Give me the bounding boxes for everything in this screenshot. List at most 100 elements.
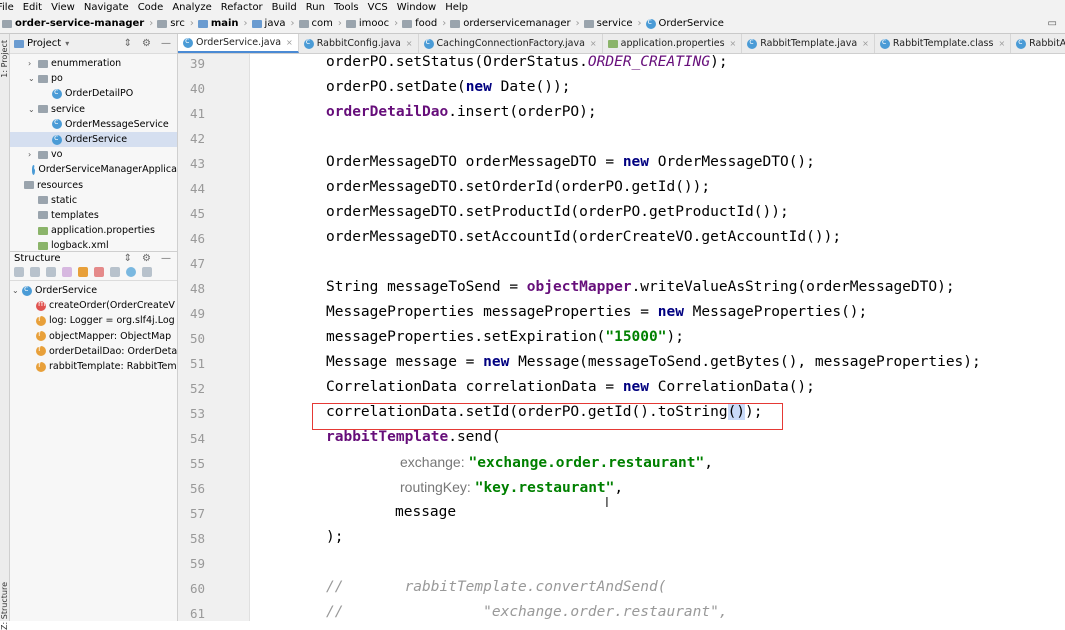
menu-item[interactable]: Help bbox=[445, 2, 468, 13]
structure-member[interactable]: rabbitTemplate: RabbitTem bbox=[10, 359, 177, 374]
code-line[interactable]: MessageProperties messageProperties = ne… bbox=[326, 304, 867, 320]
show-non-public-icon[interactable] bbox=[94, 267, 104, 277]
chevron-down-icon[interactable]: ⌄ bbox=[28, 105, 38, 114]
gear-icon[interactable]: ⚙ bbox=[142, 253, 151, 264]
breadcrumb-item[interactable]: main › bbox=[197, 18, 248, 29]
editor-tab[interactable]: RabbitTemplate.java × bbox=[742, 34, 875, 53]
show-properties-icon[interactable] bbox=[62, 267, 72, 277]
breadcrumb-item[interactable]: food › bbox=[402, 18, 446, 29]
code-line[interactable]: messageProperties.setExpiration("15000")… bbox=[326, 329, 684, 345]
tree-item[interactable]: resources bbox=[10, 178, 177, 193]
chevron-right-icon[interactable]: › bbox=[28, 59, 38, 68]
tree-item[interactable]: OrderService bbox=[10, 131, 177, 148]
collapse-all-icon[interactable]: ⇕ bbox=[124, 38, 132, 49]
code-line[interactable]: orderDetailDao.insert(orderPO); bbox=[326, 104, 597, 120]
tree-item[interactable]: › enummeration bbox=[10, 56, 177, 71]
expand-all-icon[interactable]: ⇕ bbox=[124, 253, 132, 264]
close-icon[interactable]: × bbox=[998, 39, 1005, 48]
code-line[interactable]: OrderMessageDTO orderMessageDTO = new Or… bbox=[326, 154, 815, 170]
code-line[interactable]: rabbitTemplate.send( bbox=[326, 429, 501, 445]
tree-item[interactable]: OrderServiceManagerApplica bbox=[10, 162, 177, 177]
close-icon[interactable]: × bbox=[590, 39, 597, 48]
hide-icon[interactable]: — bbox=[161, 253, 171, 264]
editor-tab[interactable]: application.properties × bbox=[603, 34, 743, 53]
menu-item[interactable]: Tools bbox=[334, 2, 359, 13]
show-inherited-icon[interactable] bbox=[46, 267, 56, 277]
structure-member[interactable]: createOrder(OrderCreateV bbox=[10, 298, 177, 313]
menu-item[interactable]: File bbox=[0, 2, 14, 13]
editor-tab[interactable]: RabbitConfig.java × bbox=[299, 34, 419, 53]
structure-member[interactable]: objectMapper: ObjectMap bbox=[10, 329, 177, 344]
project-panel-title[interactable]: Project bbox=[27, 38, 61, 49]
code-line[interactable]: orderMessageDTO.setProductId(orderPO.get… bbox=[326, 204, 789, 220]
sort-visibility-icon[interactable] bbox=[30, 267, 40, 277]
close-icon[interactable]: × bbox=[406, 39, 413, 48]
menu-item[interactable]: View bbox=[51, 2, 75, 13]
show-lambdas-icon[interactable] bbox=[110, 267, 120, 277]
code-line[interactable]: Message message = new Message(messageToS… bbox=[326, 354, 981, 370]
structure-member[interactable]: log: Logger = org.slf4j.Log bbox=[10, 313, 177, 328]
code-line[interactable]: ); bbox=[326, 529, 343, 545]
editor-tab[interactable]: RabbitAccessor.java× bbox=[1011, 34, 1065, 53]
menu-item[interactable]: Run bbox=[306, 2, 325, 13]
code-line[interactable]: orderMessageDTO.setAccountId(orderCreate… bbox=[326, 229, 841, 245]
chevron-down-icon[interactable]: ⌄ bbox=[28, 74, 38, 83]
menu-item[interactable]: Edit bbox=[23, 2, 42, 13]
code-line[interactable]: // "exchange.order.restaurant", bbox=[326, 604, 728, 620]
menu-item[interactable]: Refactor bbox=[221, 2, 263, 13]
breadcrumb-item[interactable]: service › bbox=[583, 18, 642, 29]
chevron-down-icon[interactable]: ▾ bbox=[65, 39, 69, 48]
editor-tab[interactable]: RabbitTemplate.class × bbox=[875, 34, 1012, 53]
tree-item[interactable]: ⌄ po bbox=[10, 71, 177, 86]
close-icon[interactable]: × bbox=[730, 39, 737, 48]
tree-item[interactable]: › vo bbox=[10, 147, 177, 162]
code-line[interactable]: // rabbitTemplate.convertAndSend( bbox=[326, 579, 666, 595]
breadcrumb-item[interactable]: src › bbox=[157, 18, 194, 29]
menu-item[interactable]: Code bbox=[138, 2, 164, 13]
tree-item[interactable]: logback.xml bbox=[10, 238, 177, 251]
window-layout-icon[interactable]: ▭ bbox=[1048, 18, 1057, 29]
breadcrumb-item[interactable]: OrderService bbox=[645, 17, 724, 29]
tree-item[interactable]: static bbox=[10, 193, 177, 208]
chevron-down-icon[interactable]: ⌄ bbox=[12, 286, 22, 295]
structure-root[interactable]: ⌄ OrderService bbox=[10, 283, 177, 298]
code-line[interactable]: exchange: "exchange.order.restaurant", bbox=[400, 454, 713, 471]
structure-tool-button[interactable]: Z: Structure bbox=[0, 582, 10, 630]
breadcrumb-item[interactable]: java › bbox=[251, 18, 295, 29]
menu-item[interactable]: VCS bbox=[368, 2, 388, 13]
code-line[interactable]: orderPO.setDate(new Date()); bbox=[326, 79, 570, 95]
code-line[interactable]: orderPO.setStatus(OrderStatus.ORDER_CREA… bbox=[326, 54, 728, 70]
code-line[interactable]: message bbox=[395, 504, 456, 520]
breadcrumb-item[interactable]: order-service-manager › bbox=[2, 18, 153, 29]
gear-icon[interactable]: ⚙ bbox=[142, 38, 151, 49]
chevron-right-icon[interactable]: › bbox=[28, 150, 38, 159]
breadcrumb-item[interactable]: com › bbox=[298, 18, 342, 29]
close-icon[interactable]: × bbox=[286, 38, 293, 47]
code-line[interactable]: CorrelationData correlationData = new Co… bbox=[326, 379, 815, 395]
tree-item[interactable]: application.properties bbox=[10, 223, 177, 238]
project-tool-button[interactable]: 1: Project bbox=[0, 40, 10, 78]
hide-icon[interactable]: — bbox=[161, 38, 171, 49]
tree-item[interactable]: OrderMessageService bbox=[10, 117, 177, 132]
structure-member[interactable]: orderDetailDao: OrderDeta bbox=[10, 344, 177, 359]
breadcrumb-item[interactable]: orderservicemanager › bbox=[450, 18, 580, 29]
code-line[interactable]: orderMessageDTO.setOrderId(orderPO.getId… bbox=[326, 179, 710, 195]
code-line[interactable]: routingKey: "key.restaurant", bbox=[400, 479, 623, 496]
close-icon[interactable]: × bbox=[862, 39, 869, 48]
tree-item[interactable]: ⌄ service bbox=[10, 102, 177, 117]
code-line[interactable]: String messageToSend = objectMapper.writ… bbox=[326, 279, 955, 295]
sort-alpha-icon[interactable] bbox=[14, 267, 24, 277]
more-icon[interactable] bbox=[142, 267, 152, 277]
show-fields-icon[interactable] bbox=[78, 267, 88, 277]
menu-item[interactable]: Window bbox=[397, 2, 436, 13]
breadcrumb-item[interactable]: imooc › bbox=[345, 18, 398, 29]
code-editor[interactable]: orderPO.setStatus(OrderStatus.ORDER_CREA… bbox=[250, 54, 1065, 621]
autoscroll-icon[interactable] bbox=[126, 267, 136, 277]
editor-tab[interactable]: CachingConnectionFactory.java × bbox=[419, 34, 603, 53]
tree-item[interactable]: OrderDetailPO bbox=[10, 86, 177, 101]
menu-item[interactable]: Build bbox=[272, 2, 297, 13]
tree-item[interactable]: templates bbox=[10, 208, 177, 223]
menu-item[interactable]: Navigate bbox=[84, 2, 129, 13]
editor-tab[interactable]: OrderService.java × bbox=[178, 34, 299, 53]
menu-item[interactable]: Analyze bbox=[172, 2, 211, 13]
